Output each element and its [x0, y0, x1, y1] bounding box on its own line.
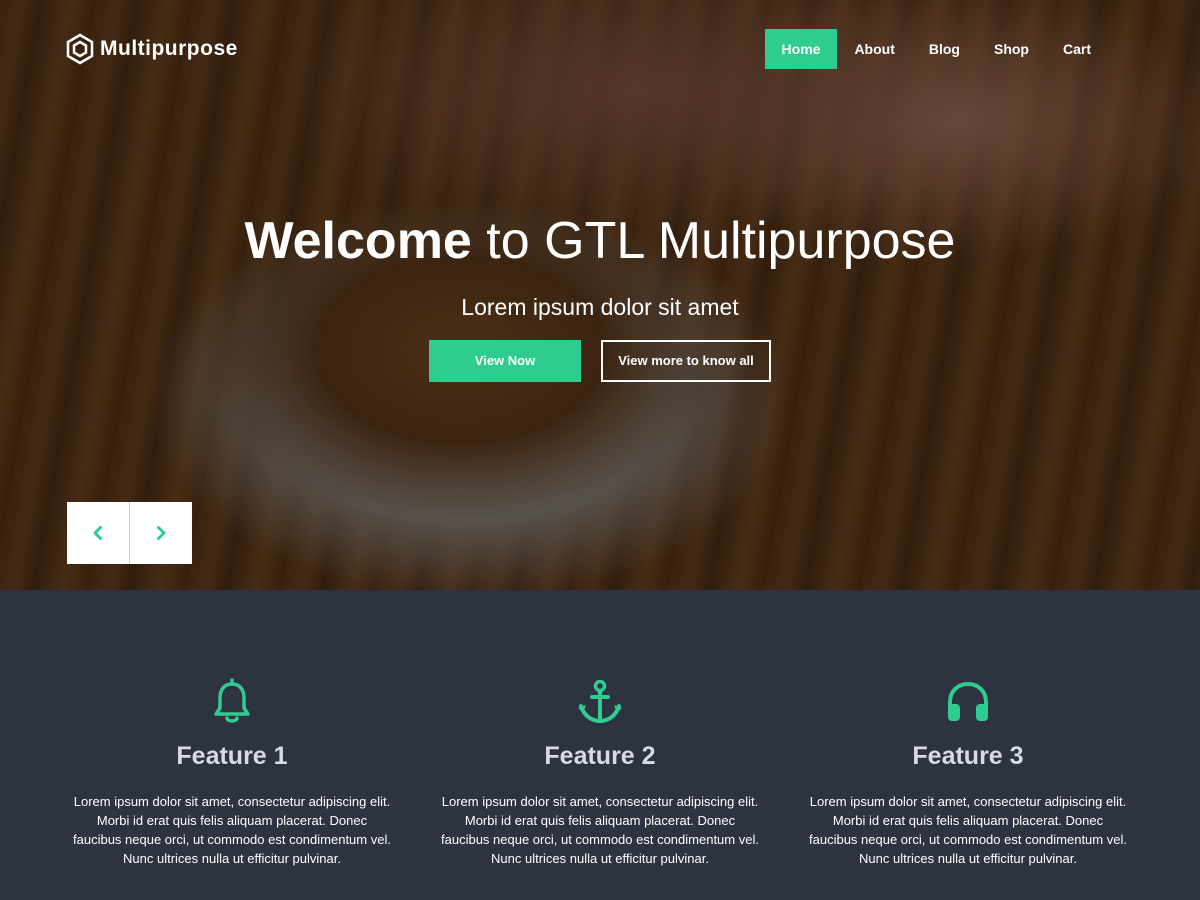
feature-text: Lorem ipsum dolor sit amet, consectetur … [441, 794, 759, 866]
site-title: Multipurpose [100, 37, 238, 60]
anchor-icon [578, 679, 622, 724]
hero-title-rest: to GTL Multipurpose [471, 212, 956, 270]
slider-prev-button[interactable] [67, 502, 129, 564]
feature-icon-wrap [808, 678, 1128, 726]
feature-text: Lorem ipsum dolor sit amet, consectetur … [809, 794, 1127, 866]
nav-item-blog[interactable]: Blog [912, 29, 977, 69]
nav-item-shop[interactable]: Shop [977, 29, 1046, 69]
feature-text: Lorem ipsum dolor sit amet, consectetur … [73, 794, 391, 866]
site-logo[interactable]: Multipurpose [66, 33, 238, 65]
slider-next-button[interactable] [129, 502, 192, 564]
hero-title-bold: Welcome [244, 212, 472, 270]
hero-title: Welcome to GTL Multipurpose [0, 208, 1200, 274]
nav-item-home[interactable]: Home [764, 29, 838, 69]
feature-card: Feature 1 Lorem ipsum dolor sit amet, co… [72, 590, 392, 900]
hero-buttons: View Now View more to know all [0, 340, 1200, 382]
view-more-button[interactable]: View more to know all [601, 340, 771, 382]
nav-item-cart[interactable]: Cart [1046, 29, 1108, 69]
features-section: Feature 1 Lorem ipsum dolor sit amet, co… [0, 590, 1200, 900]
feature-icon-wrap [72, 678, 392, 726]
headphones-icon [948, 681, 988, 721]
bell-icon [214, 678, 250, 723]
chevron-right-icon [157, 526, 166, 540]
view-now-button[interactable]: View Now [429, 340, 581, 382]
feature-card: Feature 3 Lorem ipsum dolor sit amet, co… [808, 590, 1128, 900]
feature-title: Feature 1 [176, 742, 288, 770]
chevron-left-icon [93, 526, 102, 540]
nav-item-about[interactable]: About [837, 29, 911, 69]
hero-subtitle: Lorem ipsum dolor sit amet [461, 294, 739, 320]
slider-controls [67, 502, 192, 564]
feature-title: Feature 2 [544, 742, 656, 770]
hero-section: Multipurpose Home About Blog Shop Cart W… [0, 0, 1200, 590]
hexagon-logo-icon [66, 33, 94, 65]
feature-title: Feature 3 [912, 742, 1024, 770]
hero-content: Welcome to GTL Multipurpose Lorem ipsum … [0, 208, 1200, 382]
feature-icon-wrap [440, 678, 760, 726]
feature-card: Feature 2 Lorem ipsum dolor sit amet, co… [440, 590, 760, 900]
main-navigation: Home About Blog Shop Cart [764, 29, 1108, 69]
